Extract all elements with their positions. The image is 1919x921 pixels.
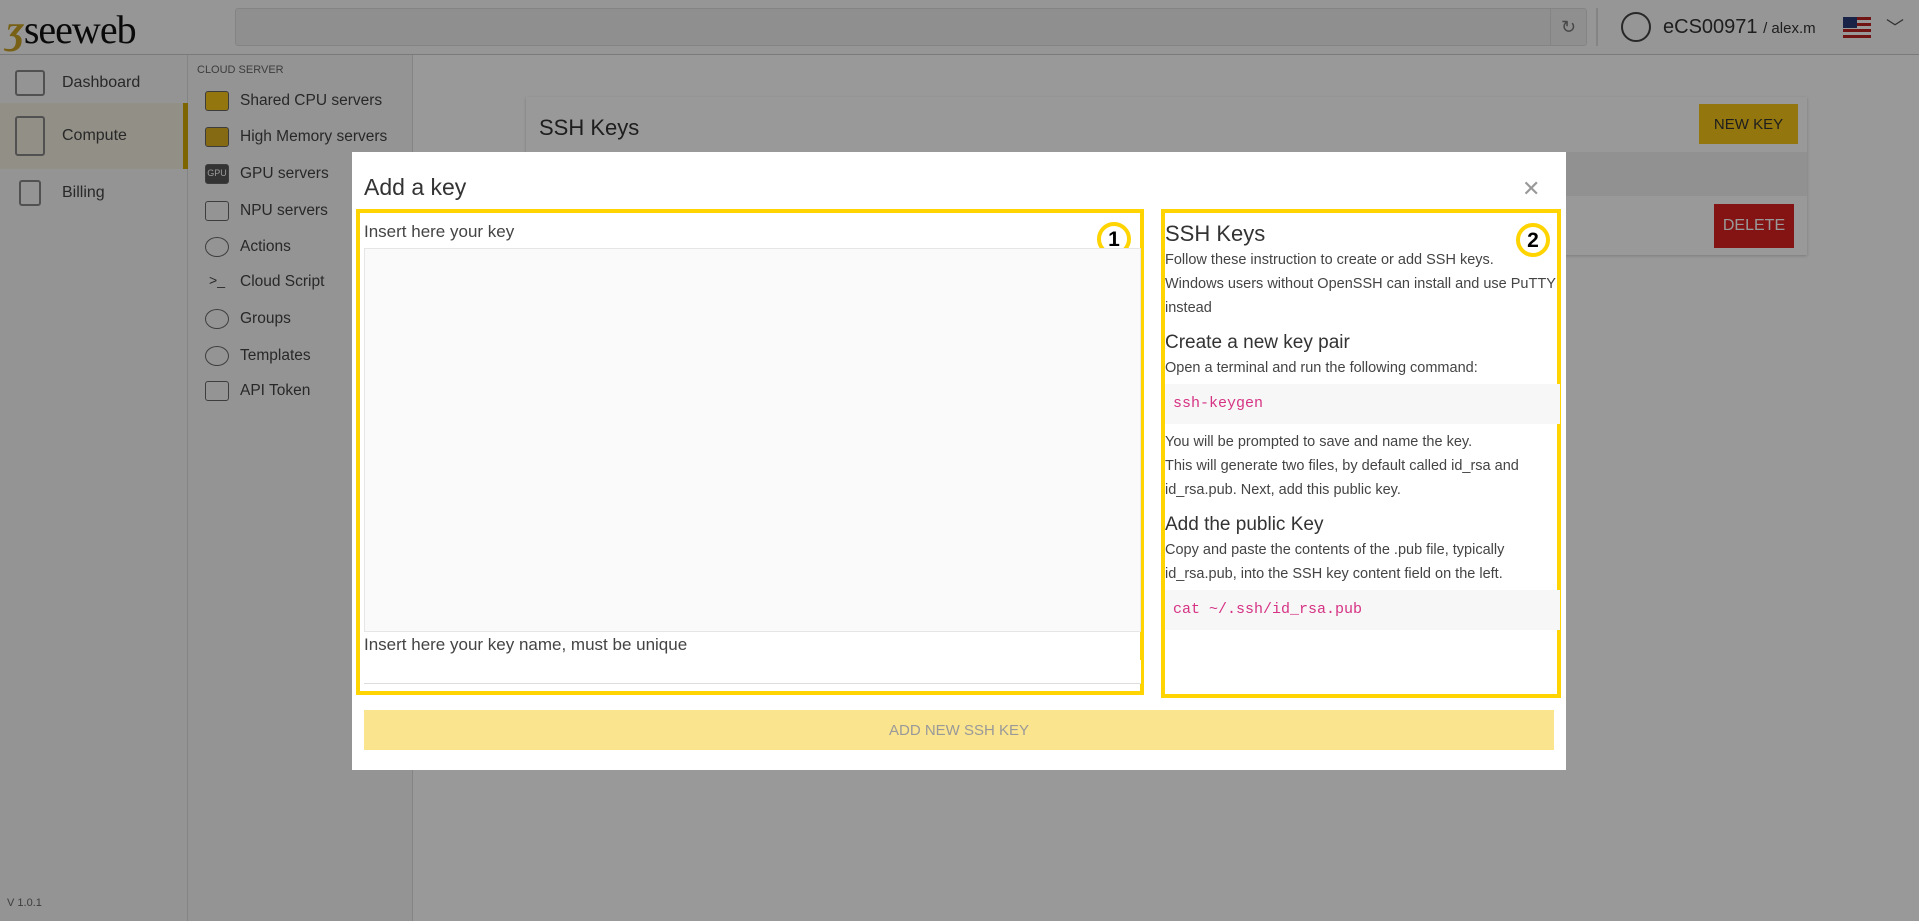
code-ssh-keygen: ssh-keygen [1165,384,1560,424]
key-textarea[interactable] [364,248,1141,632]
key-label: Insert here your key [364,222,515,241]
help-create-text: Open a terminal and run the following co… [1165,360,1478,376]
help-title: SSH Keys [1165,221,1266,246]
add-new-ssh-key-button[interactable]: ADD NEW SSH KEY [364,710,1554,750]
help-intro-2: Windows users without OpenSSH can instal… [1165,276,1556,316]
help-after-2: This will generate two files, by default… [1165,458,1519,498]
help-after-1: You will be prompted to save and name th… [1165,434,1473,450]
help-create-heading: Create a new key pair [1165,332,1350,353]
modal-title: Add a key [364,174,467,200]
help-intro-1: Follow these instruction to create or ad… [1165,252,1494,268]
key-name-label: Insert here your key name, must be uniqu… [364,635,688,654]
close-icon[interactable]: ✕ [1522,176,1540,202]
ssh-help-panel: SSH Keys Follow these instruction to cre… [1165,220,1560,636]
help-add-heading: Add the public Key [1165,514,1324,535]
add-key-modal: Add a key ✕ 1 Insert here your key Inser… [352,152,1566,770]
help-add-text: Copy and paste the contents of the .pub … [1165,542,1505,582]
key-name-input[interactable] [364,660,1141,684]
code-cat-pubkey: cat ~/.ssh/id_rsa.pub [1165,590,1560,630]
